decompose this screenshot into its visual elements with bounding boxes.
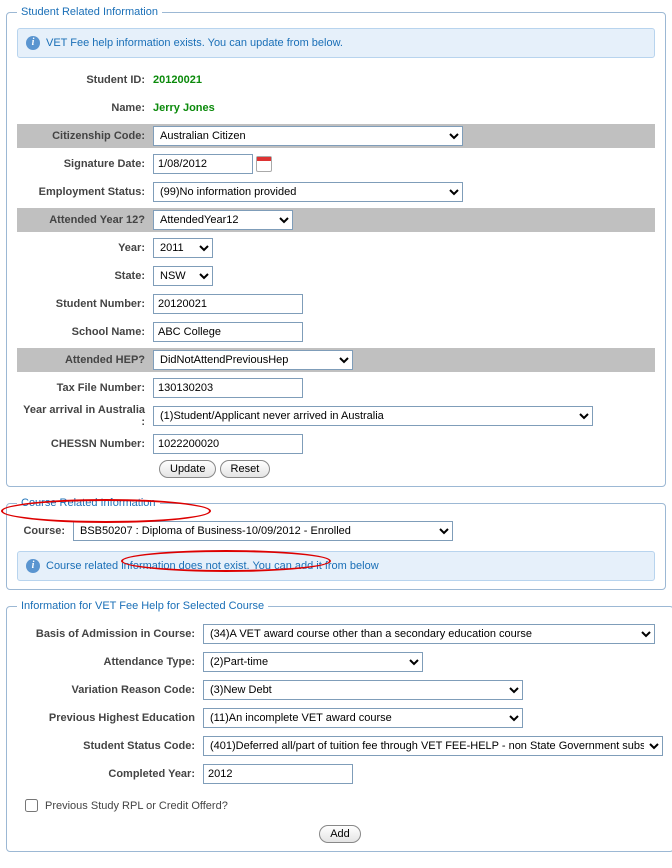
tfn-row: Tax File Number: <box>17 376 655 400</box>
student-banner-text: VET Fee help information exists. You can… <box>46 37 343 49</box>
rpl-checkbox-row: Previous Study RPL or Credit Offerd? <box>17 790 663 821</box>
student-id-label: Student ID: <box>17 74 153 86</box>
info-icon: i <box>26 36 40 50</box>
employment-status-row: Employment Status: (99)No information pr… <box>17 180 655 204</box>
chessn-row: CHESSN Number: <box>17 432 655 456</box>
completed-year-label: Completed Year: <box>17 768 203 780</box>
course-select[interactable]: BSB50207 : Diploma of Business-10/09/201… <box>73 521 453 541</box>
prev-edu-label: Previous Highest Education <box>17 712 203 724</box>
state-label: State: <box>17 270 153 282</box>
school-name-row: School Name: <box>17 320 655 344</box>
vet-section-legend: Information for VET Fee Help for Selecte… <box>17 600 268 612</box>
basis-select[interactable]: (34)A VET award course other than a seco… <box>203 624 655 644</box>
student-name-label: Name: <box>17 102 153 114</box>
student-number-row: Student Number: <box>17 292 655 316</box>
school-name-input[interactable] <box>153 322 303 342</box>
chessn-label: CHESSN Number: <box>17 438 153 450</box>
employment-status-select[interactable]: (99)No information provided <box>153 182 463 202</box>
state-select[interactable]: NSW <box>153 266 213 286</box>
course-info-banner: i Course related information does not ex… <box>17 551 655 581</box>
school-name-label: School Name: <box>17 326 153 338</box>
status-code-label: Student Status Code: <box>17 740 203 752</box>
student-id-value: 20120021 <box>153 74 655 86</box>
year-arrival-row: Year arrival in Australia : (1)Student/A… <box>17 404 655 428</box>
attended-y12-label: Attended Year 12? <box>17 214 153 226</box>
tfn-input[interactable] <box>153 378 303 398</box>
course-banner-text: Course related information does not exis… <box>46 560 379 572</box>
employment-status-label: Employment Status: <box>17 186 153 198</box>
year-row: Year: 2011 <box>17 236 655 260</box>
attended-hep-label: Attended HEP? <box>17 354 153 366</box>
attendance-select[interactable]: (2)Part-time <box>203 652 423 672</box>
student-id-row: Student ID: 20120021 <box>17 68 655 92</box>
attended-y12-select[interactable]: AttendedYear12 <box>153 210 293 230</box>
citizenship-select[interactable]: Australian Citizen <box>153 126 463 146</box>
chessn-input[interactable] <box>153 434 303 454</box>
basis-row: Basis of Admission in Course: (34)A VET … <box>17 622 663 646</box>
add-button[interactable]: Add <box>319 825 361 843</box>
signature-date-row: Signature Date: <box>17 152 655 176</box>
prev-edu-select[interactable]: (11)An incomplete VET award course <box>203 708 523 728</box>
update-button[interactable]: Update <box>159 460 216 478</box>
student-section-legend: Student Related Information <box>17 6 162 18</box>
rpl-checkbox-label: Previous Study RPL or Credit Offerd? <box>45 800 228 812</box>
year-arrival-label: Year arrival in Australia : <box>17 404 153 428</box>
prev-edu-row: Previous Highest Education (11)An incomp… <box>17 706 663 730</box>
attended-hep-select[interactable]: DidNotAttendPreviousHep <box>153 350 353 370</box>
variation-row: Variation Reason Code: (3)New Debt <box>17 678 663 702</box>
variation-select[interactable]: (3)New Debt <box>203 680 523 700</box>
attendance-label: Attendance Type: <box>17 656 203 668</box>
attended-hep-row: Attended HEP? DidNotAttendPreviousHep <box>17 348 655 372</box>
completed-year-row: Completed Year: <box>17 762 663 786</box>
tfn-label: Tax File Number: <box>17 382 153 394</box>
course-related-fieldset: Course Related Information Course: BSB50… <box>6 497 666 590</box>
citizenship-row: Citizenship Code: Australian Citizen <box>17 124 655 148</box>
variation-label: Variation Reason Code: <box>17 684 203 696</box>
signature-date-label: Signature Date: <box>17 158 153 170</box>
year-arrival-select[interactable]: (1)Student/Applicant never arrived in Au… <box>153 406 593 426</box>
rpl-checkbox[interactable] <box>25 799 38 812</box>
course-row: Course: BSB50207 : Diploma of Business-1… <box>17 519 655 543</box>
student-number-input[interactable] <box>153 294 303 314</box>
student-button-row: Update Reset <box>17 460 655 478</box>
status-code-select[interactable]: (401)Deferred all/part of tuition fee th… <box>203 736 663 756</box>
year-label: Year: <box>17 242 153 254</box>
course-label: Course: <box>17 525 73 537</box>
completed-year-input[interactable] <box>203 764 353 784</box>
citizenship-label: Citizenship Code: <box>17 130 153 142</box>
reset-button[interactable]: Reset <box>220 460 271 478</box>
student-name-value: Jerry Jones <box>153 102 655 114</box>
year-select[interactable]: 2011 <box>153 238 213 258</box>
signature-date-input[interactable] <box>153 154 253 174</box>
course-section-legend: Course Related Information <box>17 497 160 509</box>
attended-y12-row: Attended Year 12? AttendedYear12 <box>17 208 655 232</box>
status-code-row: Student Status Code: (401)Deferred all/p… <box>17 734 663 758</box>
calendar-icon[interactable] <box>256 156 272 172</box>
add-button-row: Add <box>17 825 663 843</box>
vet-fee-fieldset: Information for VET Fee Help for Selecte… <box>6 600 672 852</box>
student-related-fieldset: Student Related Information i VET Fee he… <box>6 6 666 487</box>
info-icon: i <box>26 559 40 573</box>
student-info-banner: i VET Fee help information exists. You c… <box>17 28 655 58</box>
student-number-label: Student Number: <box>17 298 153 310</box>
attendance-row: Attendance Type: (2)Part-time <box>17 650 663 674</box>
student-name-row: Name: Jerry Jones <box>17 96 655 120</box>
basis-label: Basis of Admission in Course: <box>17 628 203 640</box>
state-row: State: NSW <box>17 264 655 288</box>
